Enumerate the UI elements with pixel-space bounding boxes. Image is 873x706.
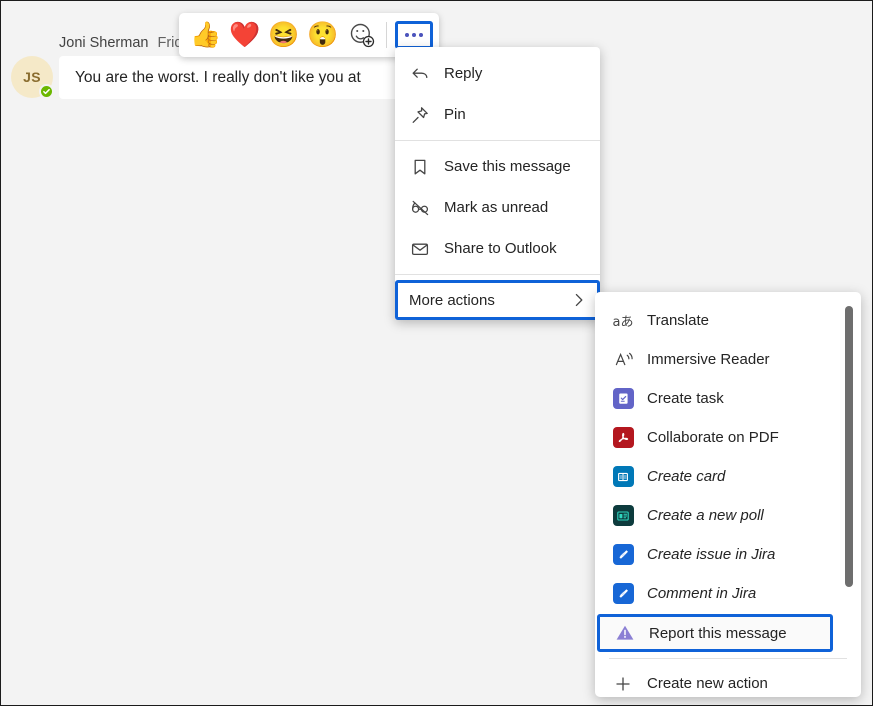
context-menu: Reply Pin Save this message Mark as unre… (395, 47, 600, 320)
submenu-item-create-task[interactable]: Create task (595, 379, 861, 418)
reaction-bar-divider (386, 22, 387, 48)
surprised-reaction-icon[interactable]: 😲 (306, 18, 340, 52)
chevron-right-icon (570, 291, 588, 309)
submenu-item-label: Create issue in Jira (647, 546, 775, 563)
submenu-item-label: Immersive Reader (647, 351, 770, 368)
submenu-item-create-card[interactable]: Create card (595, 457, 861, 496)
laugh-reaction-icon[interactable]: 😆 (267, 18, 301, 52)
menu-item-label: Share to Outlook (444, 240, 557, 257)
menu-item-label: Pin (444, 106, 466, 123)
menu-item-label: Mark as unread (444, 199, 548, 216)
envelope-icon (409, 238, 431, 260)
submenu-item-translate[interactable]: aあ Translate (595, 301, 861, 340)
immersive-reader-icon (611, 348, 635, 372)
polly-app-icon (611, 504, 635, 528)
bookmark-icon (409, 156, 431, 178)
menu-divider (395, 274, 600, 275)
more-actions-submenu: aあ Translate Immersive Reader Create tas… (595, 292, 861, 697)
message-header: Joni ShermanFrid (59, 35, 182, 51)
menu-item-pin[interactable]: Pin (395, 94, 600, 135)
adobe-pdf-app-icon (611, 426, 635, 450)
submenu-item-create-poll[interactable]: Create a new poll (595, 496, 861, 535)
submenu-item-label: Translate (647, 312, 709, 329)
submenu-scrollbar-thumb[interactable] (845, 306, 853, 587)
pin-icon (409, 104, 431, 126)
more-options-icon (405, 33, 423, 37)
submenu-item-label: Report this message (649, 625, 787, 642)
reply-icon (409, 63, 431, 85)
submenu-item-comment-in-jira[interactable]: Comment in Jira (595, 574, 861, 613)
menu-item-save-message[interactable]: Save this message (395, 146, 600, 187)
more-options-button[interactable] (395, 21, 433, 49)
add-reaction-icon[interactable] (345, 18, 379, 52)
presence-available-icon (39, 84, 54, 99)
submenu-item-collaborate-pdf[interactable]: Collaborate on PDF (595, 418, 861, 457)
submenu-item-label: Create new action (647, 675, 768, 692)
message-author: Joni Sherman (59, 35, 148, 51)
menu-item-share-outlook[interactable]: Share to Outlook (395, 228, 600, 269)
menu-divider (395, 140, 600, 141)
tasks-app-icon (611, 387, 635, 411)
message-bubble: You are the worst. I really don't like y… (59, 56, 419, 99)
menu-item-reply[interactable]: Reply (395, 53, 600, 94)
submenu-item-label: Create task (647, 390, 724, 407)
avatar[interactable]: JS (11, 56, 53, 98)
submenu-item-label: Collaborate on PDF (647, 429, 779, 446)
mark-unread-icon (409, 197, 431, 219)
translate-icon: aあ (611, 309, 635, 333)
submenu-item-label: Create a new poll (647, 507, 764, 524)
create-card-app-icon (611, 465, 635, 489)
submenu-item-label: Create card (647, 468, 725, 485)
menu-item-label: Save this message (444, 158, 571, 175)
menu-item-mark-unread[interactable]: Mark as unread (395, 187, 600, 228)
plus-icon (611, 672, 635, 696)
jira-app-icon (611, 543, 635, 567)
jira-app-icon (611, 582, 635, 606)
submenu-divider (609, 658, 847, 659)
menu-item-label: Reply (444, 65, 482, 82)
menu-item-more-actions[interactable]: More actions (395, 280, 600, 320)
submenu-item-immersive-reader[interactable]: Immersive Reader (595, 340, 861, 379)
submenu-item-create-new-action[interactable]: Create new action (595, 664, 861, 697)
submenu-item-create-jira-issue[interactable]: Create issue in Jira (595, 535, 861, 574)
submenu-item-report-message[interactable]: Report this message (597, 614, 833, 652)
submenu-item-label: Comment in Jira (647, 585, 756, 602)
menu-item-label: More actions (409, 292, 495, 309)
heart-reaction-icon[interactable]: ❤️ (228, 18, 262, 52)
thumbs-up-reaction-icon[interactable]: 👍 (189, 18, 223, 52)
submenu-scrollbar[interactable] (845, 304, 853, 689)
message-text: You are the worst. I really don't like y… (75, 69, 361, 87)
warning-triangle-icon (613, 621, 637, 645)
